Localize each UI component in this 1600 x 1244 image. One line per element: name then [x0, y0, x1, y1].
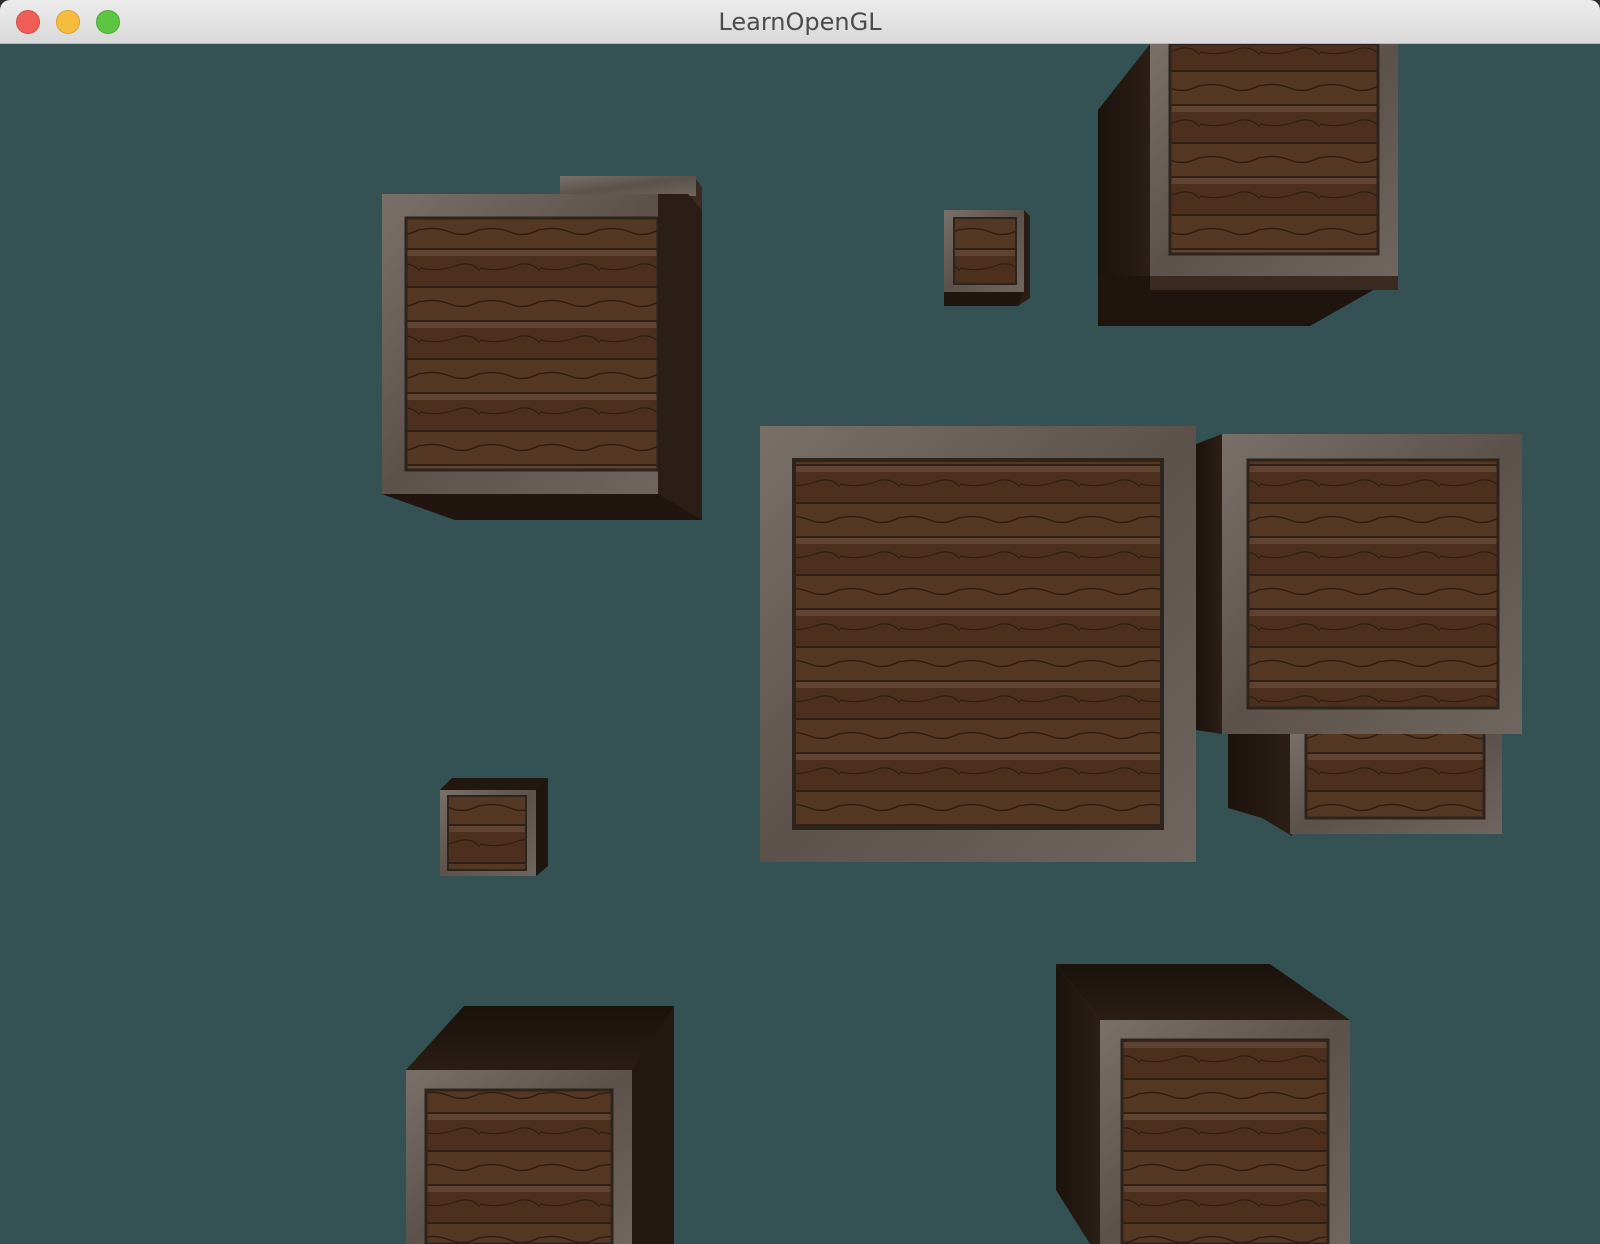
title-bar[interactable]: LearnOpenGL [0, 0, 1600, 44]
app-window: LearnOpenGL [0, 0, 1600, 1244]
crate [1196, 434, 1522, 734]
window-title: LearnOpenGL [718, 8, 882, 36]
scene-canvas [382, 44, 1522, 1244]
crate [760, 426, 1196, 862]
crate [1098, 44, 1398, 326]
crate [1056, 964, 1350, 1244]
crate [1228, 728, 1502, 836]
crate [440, 778, 548, 876]
crate [382, 176, 702, 520]
opengl-viewport[interactable] [0, 44, 1600, 1244]
crate [944, 210, 1030, 306]
crate [406, 1006, 674, 1244]
